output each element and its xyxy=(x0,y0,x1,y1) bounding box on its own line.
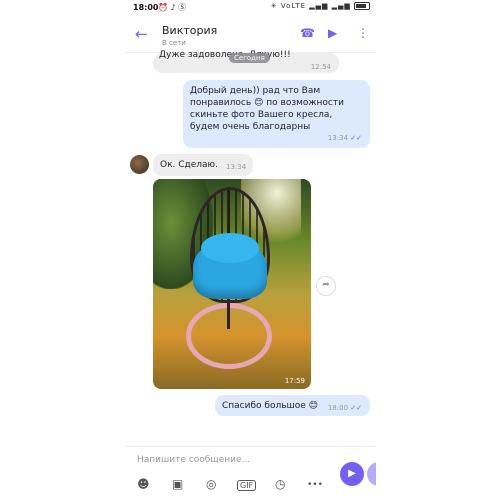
photo-message[interactable]: 17:59 xyxy=(153,179,311,389)
more-icon[interactable]: ••• xyxy=(307,480,323,490)
message-meta: 13:34 ✓✓ xyxy=(328,132,362,144)
chat-header: ← Виктория В сети ☎ ▶ ⋮ xyxy=(125,18,376,53)
message-time: 13:34 xyxy=(327,134,349,142)
message-text: Спасибо большое 😊 xyxy=(222,401,319,411)
message-list[interactable]: Дуже задоволена. Дякую!!! 12:54 Сегодня … xyxy=(125,50,376,446)
status-bar: 18:00 ⏰ ♪ Ⓢ ✳ VoLTE ▂▄▆ ▂▄▆ xyxy=(125,0,376,16)
message-composer: Напишите сообщение... ▶ ☻ ▣ ◎ GIF ◷ ••• xyxy=(125,446,376,500)
message-time: 12:54 xyxy=(310,63,331,71)
message-outgoing[interactable]: Добрый день)) рад что Вам понравилось 😊 … xyxy=(183,80,370,148)
status-time: 18:00 xyxy=(133,3,159,12)
contact-status: В сети xyxy=(162,39,186,47)
viber-chat-screen: 18:00 ⏰ ♪ Ⓢ ✳ VoLTE ▂▄▆ ▂▄▆ ← Виктория В… xyxy=(125,0,376,500)
message-time: 13:34 xyxy=(226,163,247,171)
gif-icon[interactable]: GIF xyxy=(237,480,257,491)
video-call-icon[interactable]: ▶ xyxy=(328,26,337,40)
status-left-icons: ⏰ ♪ Ⓢ xyxy=(158,3,187,12)
message-time: 18:00 xyxy=(327,404,349,412)
signal-icons: ✳ VoLTE ▂▄▆ ▂▄▆ xyxy=(270,2,351,10)
photo-time: 17:59 xyxy=(284,377,305,385)
read-ticks-icon: ✓✓ xyxy=(350,134,362,142)
send-button[interactable]: ▶ xyxy=(340,462,364,486)
message-outgoing[interactable]: Спасибо большое 😊 18:00 ✓✓ xyxy=(215,395,370,416)
voice-button[interactable] xyxy=(367,462,376,486)
gallery-icon[interactable]: ▣ xyxy=(172,477,183,491)
message-text: Дуже задоволена. Дякую!!! xyxy=(159,50,291,60)
chair-cushion xyxy=(193,233,267,299)
message-input[interactable]: Напишите сообщение... xyxy=(137,455,250,465)
message-meta: 18:00 ✓✓ xyxy=(328,402,362,414)
contact-name[interactable]: Виктория xyxy=(162,24,217,37)
message-incoming[interactable]: Ок. Сделаю. 13:34 xyxy=(153,154,253,176)
status-right-icons: ✳ VoLTE ▂▄▆ ▂▄▆ xyxy=(271,2,370,10)
message-text: Добрый день)) рад что Вам понравилось 😊 … xyxy=(190,86,344,132)
message-text: Ок. Сделаю. xyxy=(160,160,218,170)
camera-icon[interactable]: ◎ xyxy=(206,477,216,491)
read-ticks-icon: ✓✓ xyxy=(350,404,362,412)
phone-call-icon[interactable]: ☎ xyxy=(300,26,315,40)
battery-icon xyxy=(354,2,370,10)
date-separator: Сегодня xyxy=(229,53,270,63)
share-icon[interactable]: ➦ xyxy=(316,276,336,296)
back-arrow-icon[interactable]: ← xyxy=(135,25,148,43)
avatar[interactable] xyxy=(130,155,149,174)
more-menu-icon[interactable]: ⋮ xyxy=(357,26,369,40)
sticker-icon[interactable]: ☻ xyxy=(137,477,150,491)
timer-icon[interactable]: ◷ xyxy=(275,477,285,491)
